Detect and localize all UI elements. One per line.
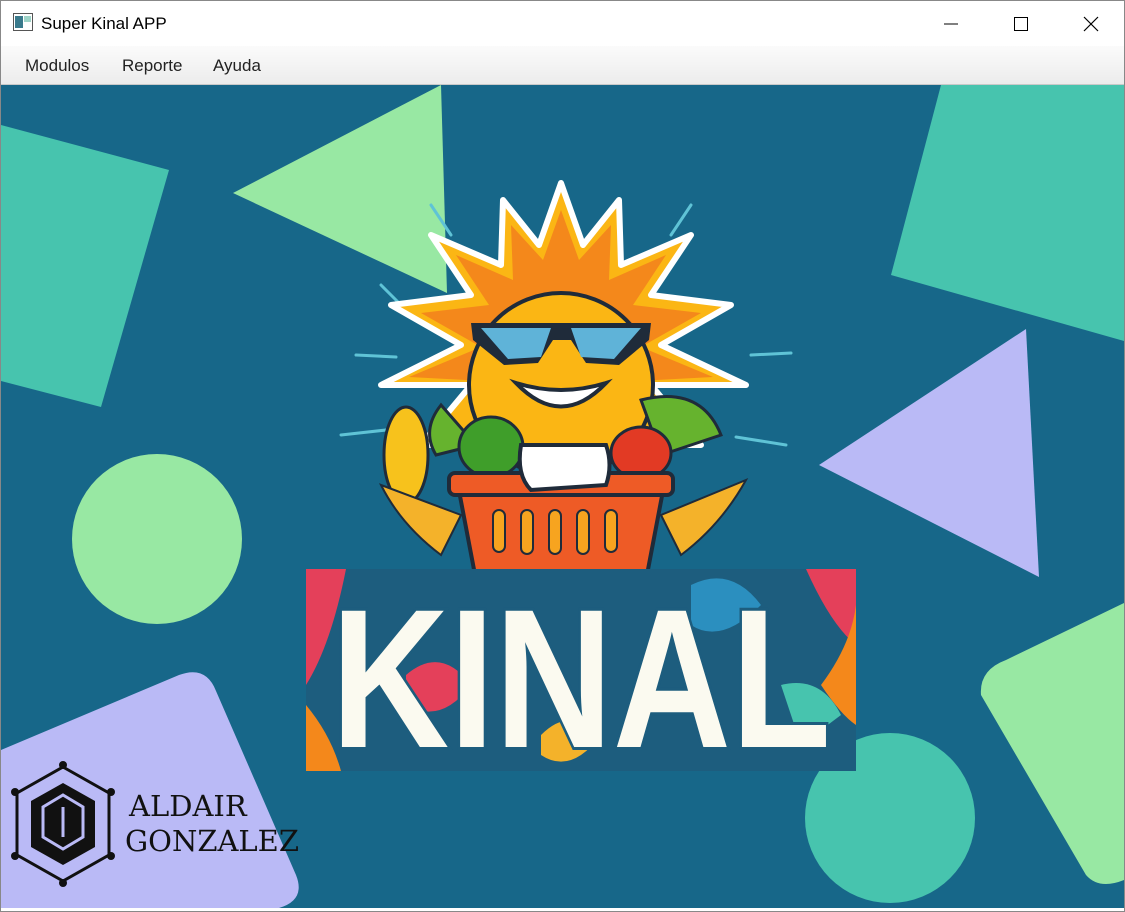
menu-bar: Modulos Reporte Ayuda xyxy=(1,46,1124,85)
background-artwork: KINAL ALDAIR GONZALEZ xyxy=(1,85,1124,908)
minimize-icon xyxy=(944,23,958,24)
close-icon xyxy=(1083,16,1099,31)
kinal-logo-panel: KINAL xyxy=(306,565,856,792)
main-canvas: KINAL ALDAIR GONZALEZ xyxy=(1,85,1124,908)
menu-modulos[interactable]: Modulos xyxy=(25,56,89,76)
menu-reporte[interactable]: Reporte xyxy=(122,56,182,76)
title-bar[interactable]: Super Kinal APP xyxy=(1,1,1124,46)
maximize-button[interactable] xyxy=(986,1,1056,46)
author-last-name: GONZALEZ xyxy=(125,824,299,858)
kinal-logo-text: KINAL xyxy=(331,568,831,789)
close-button[interactable] xyxy=(1056,1,1125,46)
minimize-button[interactable] xyxy=(916,1,986,46)
mint-rounded-shape xyxy=(980,603,1124,884)
lavender-triangle-shape xyxy=(819,329,1039,577)
menu-ayuda[interactable]: Ayuda xyxy=(213,56,261,76)
teal-square-shape xyxy=(1,125,169,407)
mint-circle-shape xyxy=(72,454,242,624)
mint-triangle-shape xyxy=(233,85,447,293)
author-first-name: ALDAIR xyxy=(128,789,248,823)
app-icon xyxy=(13,13,33,31)
app-window: Super Kinal APP Modulos Reporte Ayuda KI… xyxy=(0,0,1125,912)
window-title: Super Kinal APP xyxy=(41,14,167,33)
teal-rhombus-shape xyxy=(891,85,1124,341)
maximize-icon xyxy=(1014,16,1028,31)
